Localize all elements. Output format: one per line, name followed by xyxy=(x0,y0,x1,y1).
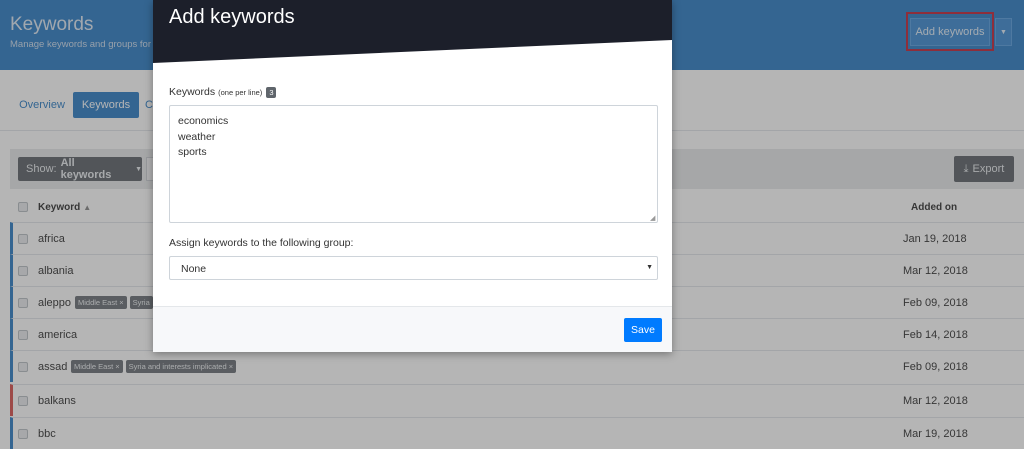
modal-header: Add keywords xyxy=(153,0,672,66)
keywords-field-label: Keywords (one per line) 3 xyxy=(169,86,277,98)
keywords-label-hint: (one per line) xyxy=(218,87,263,97)
group-select[interactable]: None ▼ xyxy=(169,256,658,280)
keywords-label-text: Keywords xyxy=(169,86,216,98)
modal-title: Add keywords xyxy=(169,6,295,28)
keywords-textarea[interactable]: economics weather sports xyxy=(169,105,658,223)
save-button[interactable]: Save xyxy=(624,318,662,342)
add-keywords-modal: Add keywords Keywords (one per line) 3 e… xyxy=(153,0,672,352)
resize-handle-icon[interactable]: ◢ xyxy=(650,215,657,222)
group-field-label: Assign keywords to the following group: xyxy=(169,237,354,249)
keyword-count-badge: 3 xyxy=(266,86,277,98)
chevron-down-icon: ▼ xyxy=(646,264,653,271)
modal-footer: Save xyxy=(153,306,672,352)
group-select-value: None xyxy=(181,263,207,275)
